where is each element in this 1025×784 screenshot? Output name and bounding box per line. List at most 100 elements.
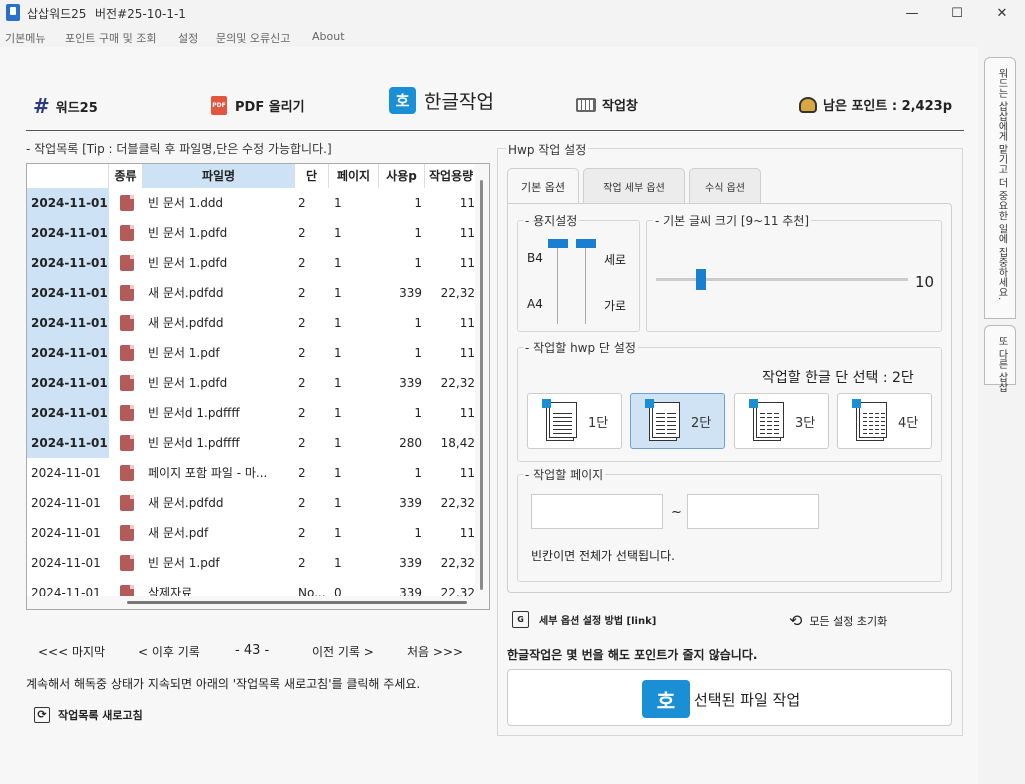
cell-filename: 빈 문서 1.pdf (148, 556, 220, 570)
cell-columns: 2 (298, 346, 306, 360)
cell-used-points: 1 (414, 316, 422, 330)
table-row[interactable]: 2024-11-01 새 문서.pdf 2 1 1 11 (27, 518, 475, 548)
reset-settings-button[interactable]: ⟲ 모든 설정 초기화 (789, 611, 887, 630)
cell-used-points: 1 (414, 196, 422, 210)
document-columns-icon (747, 399, 785, 443)
close-button[interactable]: ✕ (979, 0, 1025, 26)
cell-pages: 1 (334, 466, 342, 480)
orientation-slider-track (585, 240, 586, 324)
hangul-work-button[interactable]: 호 한글작업 (389, 87, 494, 114)
pager-next[interactable]: < 이후 기록 (138, 643, 200, 660)
cell-work-size: 22,32 (440, 286, 475, 300)
scroll-thumb[interactable] (127, 601, 467, 604)
column-option-1[interactable]: 1단 (527, 393, 622, 449)
cell-columns: 2 (298, 526, 306, 540)
col-date-header (27, 164, 109, 188)
cell-pages: 1 (334, 226, 342, 240)
pdf-file-icon (120, 225, 134, 241)
table-row[interactable]: 2024-11-01 새 문서.pdfdd 2 1 339 22,32 (27, 488, 475, 518)
menu-points[interactable]: 포인트 구매 및 조회 (65, 30, 156, 46)
run-selected-button[interactable]: 호 선택된 파일 작업 (507, 669, 952, 726)
tab-detail-options[interactable]: 작업 세부 옵션 (583, 168, 685, 203)
pages-hint: 빈칸이면 전체가 선택됩니다. (531, 549, 675, 563)
detail-options-link[interactable]: G 세부 옵션 설정 방법 [link] (512, 611, 656, 628)
col-cols-header[interactable]: 단 (295, 164, 329, 188)
col-type-header[interactable]: 종류 (109, 164, 143, 188)
pdf-file-icon (120, 195, 134, 211)
column-option-4[interactable]: 4단 (837, 393, 932, 449)
pdf-icon: PDF (211, 96, 227, 115)
hangul-logo-icon: 호 (389, 87, 416, 114)
side-tab-slogan[interactable]: 워드는 삽삽에게 맡기고 더 중요한 일에 집중하세요. (984, 57, 1016, 319)
tab-basic-options[interactable]: 기본 옵션 (507, 168, 579, 204)
cell-columns: 2 (298, 556, 306, 570)
table-row[interactable]: 2024-11-01 빈 문서 1.pdf 2 1 1 11 (27, 338, 475, 368)
cell-columns: 2 (298, 286, 306, 300)
table-row[interactable]: 2024-11-01 빈 문서 1.pdf 2 1 339 22,32 (27, 548, 475, 578)
tab-formula-options[interactable]: 수식 옵션 (689, 168, 761, 203)
menu-settings[interactable]: 설정 (178, 30, 198, 46)
cell-columns: 2 (298, 376, 306, 390)
paper-size-slider[interactable] (548, 239, 568, 248)
pdf-upload-button[interactable]: PDF PDF 올리기 (211, 96, 305, 115)
cell-work-size: 11 (459, 196, 475, 210)
maximize-button[interactable]: ☐ (934, 0, 980, 26)
orientation-slider[interactable] (576, 239, 596, 248)
scroll-thumb[interactable] (480, 180, 483, 590)
cell-date: 2024-11-01 (31, 496, 101, 510)
vertical-scrollbar[interactable] (475, 164, 489, 609)
paper-b4-label: B4 (527, 251, 543, 265)
cell-used-points: 1 (414, 466, 422, 480)
minimize-button[interactable]: — (889, 0, 935, 26)
brand-button[interactable]: # 워드25 (33, 94, 98, 118)
cell-pages: 1 (334, 316, 342, 330)
cell-date: 2024-11-01 (27, 338, 109, 368)
document-columns-icon (850, 399, 888, 443)
pager-first[interactable]: 처음 >>> (407, 643, 463, 660)
table-row[interactable]: 2024-11-01 빈 문서 1.pdfd 2 1 339 22,32 (27, 368, 475, 398)
cell-filename: 빈 문서 1.pdfd (148, 376, 228, 390)
page-range-separator: ~ (671, 505, 682, 520)
table-row[interactable]: 2024-11-01 새 문서.pdfdd 2 1 339 22,32 (27, 278, 475, 308)
cell-used-points: 1 (414, 226, 422, 240)
work-window-button[interactable]: 작업창 (576, 95, 638, 114)
paper-slider-track (557, 240, 558, 324)
table-row[interactable]: 2024-11-01 빈 문서 1.pdfd 2 1 1 11 (27, 248, 475, 278)
pdf-file-icon (120, 555, 134, 571)
table-row[interactable]: 2024-11-01 페이지 포함 파일 - 마... 2 1 1 11 (27, 458, 475, 488)
column-option-2[interactable]: 2단 (630, 393, 725, 449)
paper-a4-label: A4 (527, 297, 543, 311)
cell-used-points: 1 (414, 526, 422, 540)
table-row[interactable]: 2024-11-01 빈 문서 1.pdfd 2 1 1 11 (27, 218, 475, 248)
cell-columns: 2 (298, 436, 306, 450)
cell-pages: 1 (334, 196, 342, 210)
font-size-slider[interactable] (696, 269, 706, 290)
col-used-header[interactable]: 사용p (379, 164, 425, 188)
settings-title: Hwp 작업 설정 (506, 141, 589, 158)
menu-support[interactable]: 문의및 오류신고 (216, 30, 290, 46)
cell-date: 2024-11-01 (31, 466, 101, 480)
job-table[interactable]: 종류 파일명 단 페이지 사용p 작업용량 2024-11-01 빈 문서 1.d… (26, 163, 490, 610)
page-to-input[interactable] (687, 494, 819, 529)
cell-columns: 2 (298, 316, 306, 330)
col-pages-header[interactable]: 페이지 (329, 164, 379, 188)
app-version: 버전#25-10-1-1 (95, 7, 186, 21)
pager-prev[interactable]: 이전 기록 > (312, 643, 374, 660)
col-filename-header[interactable]: 파일명 (143, 164, 295, 188)
horizontal-scrollbar[interactable] (27, 596, 475, 609)
side-tab-other[interactable]: 또 다른 삽삽 (984, 325, 1016, 392)
page-from-input[interactable] (531, 494, 663, 529)
pager-last[interactable]: <<< 마지막 (38, 643, 105, 660)
table-row[interactable]: 2024-11-01 빈 문서d 1.pdffff 2 1 1 11 (27, 398, 475, 428)
cell-work-size: 22,32 (440, 556, 475, 570)
menu-basic[interactable]: 기본메뉴 (5, 30, 45, 46)
refresh-list-button[interactable]: ⟳ 작업목록 새로고침 (34, 707, 143, 723)
table-row[interactable]: 2024-11-01 빈 문서d 1.pdffff 2 1 280 18,42 (27, 428, 475, 458)
menu-about[interactable]: About (312, 30, 345, 43)
cell-filename: 새 문서.pdf (148, 526, 209, 540)
table-row[interactable]: 2024-11-01 새 문서.pdfdd 2 1 1 11 (27, 308, 475, 338)
column-option-3[interactable]: 3단 (734, 393, 829, 449)
table-row[interactable]: 2024-11-01 빈 문서 1.ddd 2 1 1 11 (27, 188, 475, 218)
columns-title: - 작업할 hwp 단 설정 (523, 339, 638, 356)
pager-current: - 43 - (235, 643, 270, 658)
